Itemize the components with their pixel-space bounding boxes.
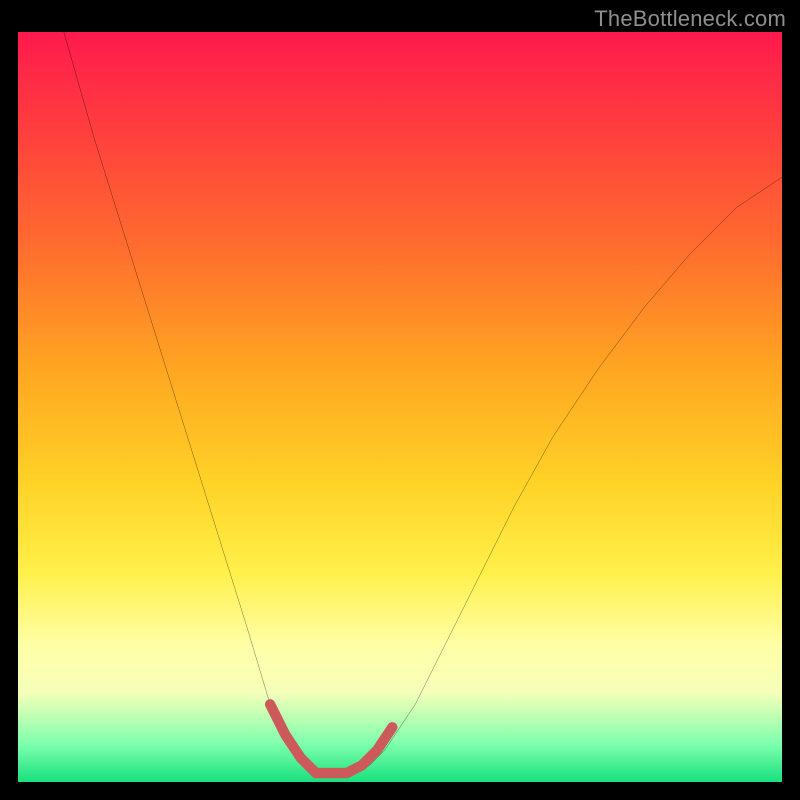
- curve-svg: [18, 32, 782, 796]
- highlight-valley: [270, 704, 392, 773]
- watermark-text: TheBottleneck.com: [594, 6, 786, 32]
- chart-stage: TheBottleneck.com: [0, 0, 800, 800]
- plot-area: [18, 32, 782, 782]
- bottleneck-curve: [64, 32, 782, 773]
